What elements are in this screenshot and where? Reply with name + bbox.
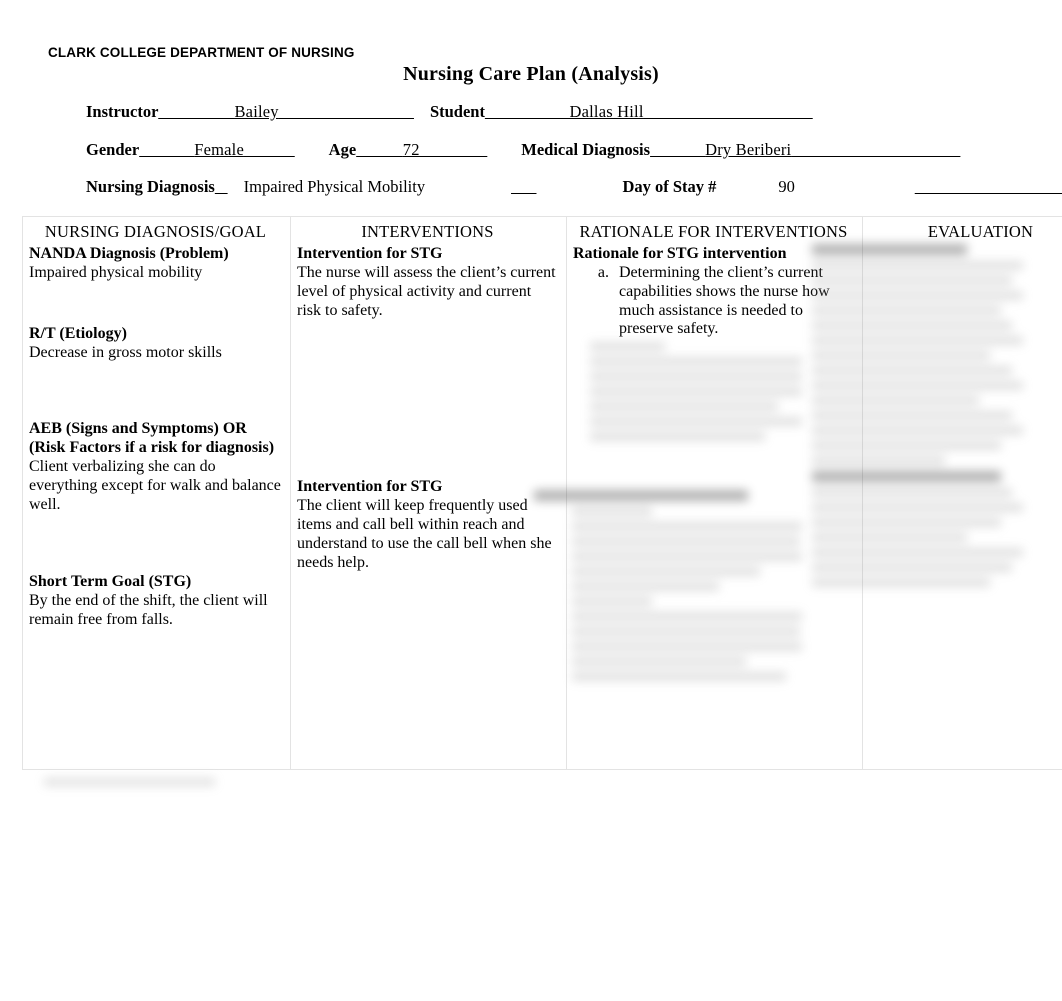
field-row-nursing-diagnosis-day: Nursing Diagnosis _ Impaired Physical Mob… bbox=[86, 177, 1062, 196]
column-header-interventions: INTERVENTIONS bbox=[361, 222, 494, 241]
nursing-diagnosis-label: Nursing Diagnosis bbox=[86, 177, 215, 196]
instructor-label: Instructor bbox=[86, 102, 159, 121]
rt-etiology-heading: R/T (Etiology) bbox=[29, 324, 127, 342]
field-row-instructor-student: Instructor_________Bailey_______________… bbox=[86, 102, 813, 121]
medical-diagnosis-label: Medical Diagnosis bbox=[521, 140, 651, 159]
intervention-1-heading: Intervention for STG bbox=[297, 244, 443, 262]
student-value: Dallas Hill bbox=[569, 102, 644, 121]
list-item: Determining the client’s current capabil… bbox=[613, 264, 854, 340]
redacted-footer-note bbox=[44, 772, 234, 796]
rationale-1-list: Determining the client’s current capabil… bbox=[573, 264, 854, 340]
instructor-value: Bailey bbox=[234, 102, 279, 121]
day-of-stay-value: 90 bbox=[778, 177, 795, 196]
page-title: Nursing Care Plan (Analysis) bbox=[403, 63, 659, 85]
column-header-nursing-diagnosis-goal: NURSING DIAGNOSIS/GOAL bbox=[44, 222, 267, 241]
column-header-evaluation: EVALUATION bbox=[927, 222, 1034, 241]
intervention-1-text: The nurse will assess the client’s curre… bbox=[297, 263, 556, 319]
intervention-2-text: The client will keep frequently used ite… bbox=[297, 497, 552, 571]
age-value: 72 bbox=[402, 140, 420, 159]
short-term-goal-heading: Short Term Goal (STG) bbox=[29, 572, 192, 590]
nanda-diagnosis-text: Impaired physical mobility bbox=[29, 263, 203, 281]
aeb-text: Client verbalizing she can do everything… bbox=[29, 458, 281, 513]
gender-label: Gender bbox=[86, 140, 140, 159]
organization-name: CLARK COLLEGE DEPARTMENT OF NURSING bbox=[48, 45, 355, 60]
short-term-goal-text: By the end of the shift, the client will… bbox=[29, 591, 268, 628]
student-label: Student bbox=[429, 102, 485, 121]
age-label: Age bbox=[328, 140, 357, 159]
nanda-diagnosis-heading: NANDA Diagnosis (Problem) bbox=[29, 244, 229, 262]
rt-etiology-text: Decrease in gross motor skills bbox=[29, 343, 222, 361]
document-page: CLARK COLLEGE DEPARTMENT OF NURSING Nurs… bbox=[0, 0, 1062, 1001]
medical-diagnosis-value: Dry Beriberi bbox=[705, 140, 792, 159]
rationale-1-heading: Rationale for STG intervention bbox=[573, 244, 787, 262]
intervention-2-heading: Intervention for STG bbox=[297, 478, 443, 496]
cell-evaluation: EVALUATION bbox=[862, 216, 1062, 770]
column-header-rationale: RATIONALE FOR INTERVENTIONS bbox=[579, 222, 848, 241]
cell-rationale-for-interventions: RATIONALE FOR INTERVENTIONS Rationale fo… bbox=[566, 216, 863, 770]
cell-interventions: INTERVENTIONS Intervention for STG The n… bbox=[290, 216, 567, 770]
day-of-stay-label: Day of Stay # bbox=[622, 177, 717, 196]
nursing-care-plan-table: NURSING DIAGNOSIS/GOAL NANDA Diagnosis (… bbox=[22, 216, 1062, 770]
nursing-diagnosis-value: Impaired Physical Mobility bbox=[243, 177, 426, 196]
field-row-gender-age-diagnosis: Gender ______Female______ Age _____72____… bbox=[86, 140, 961, 159]
cell-nursing-diagnosis-goal: NURSING DIAGNOSIS/GOAL NANDA Diagnosis (… bbox=[22, 216, 291, 770]
gender-value: Female bbox=[194, 140, 244, 159]
aeb-heading: AEB (Signs and Symptoms) OR (Risk Factor… bbox=[29, 420, 275, 457]
table-row: NURSING DIAGNOSIS/GOAL NANDA Diagnosis (… bbox=[22, 216, 1062, 770]
